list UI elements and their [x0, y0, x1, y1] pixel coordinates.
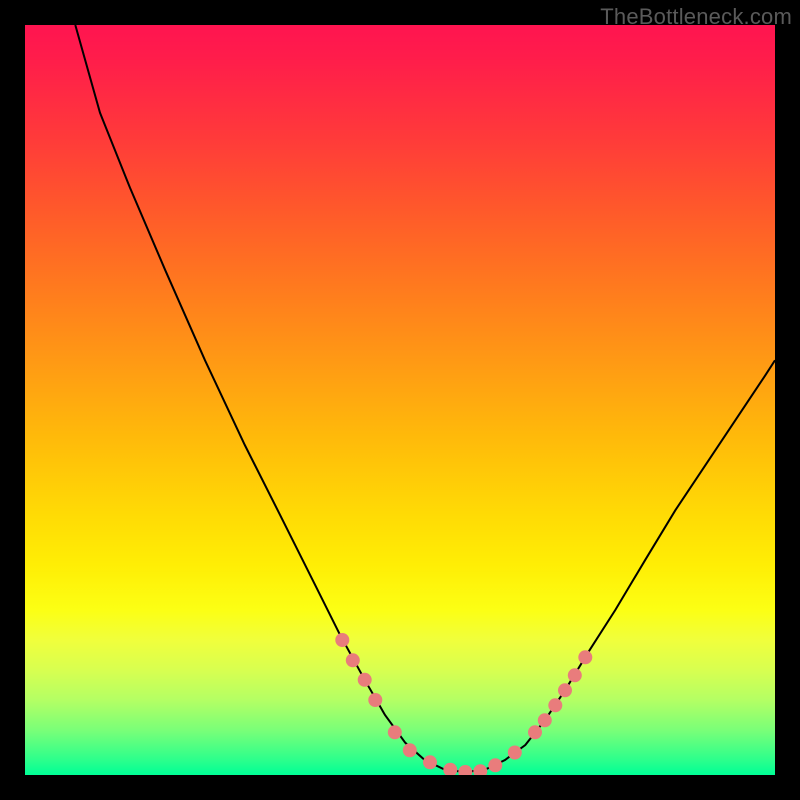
watermark-text: TheBottleneck.com	[600, 4, 792, 30]
plot-background	[25, 25, 775, 775]
